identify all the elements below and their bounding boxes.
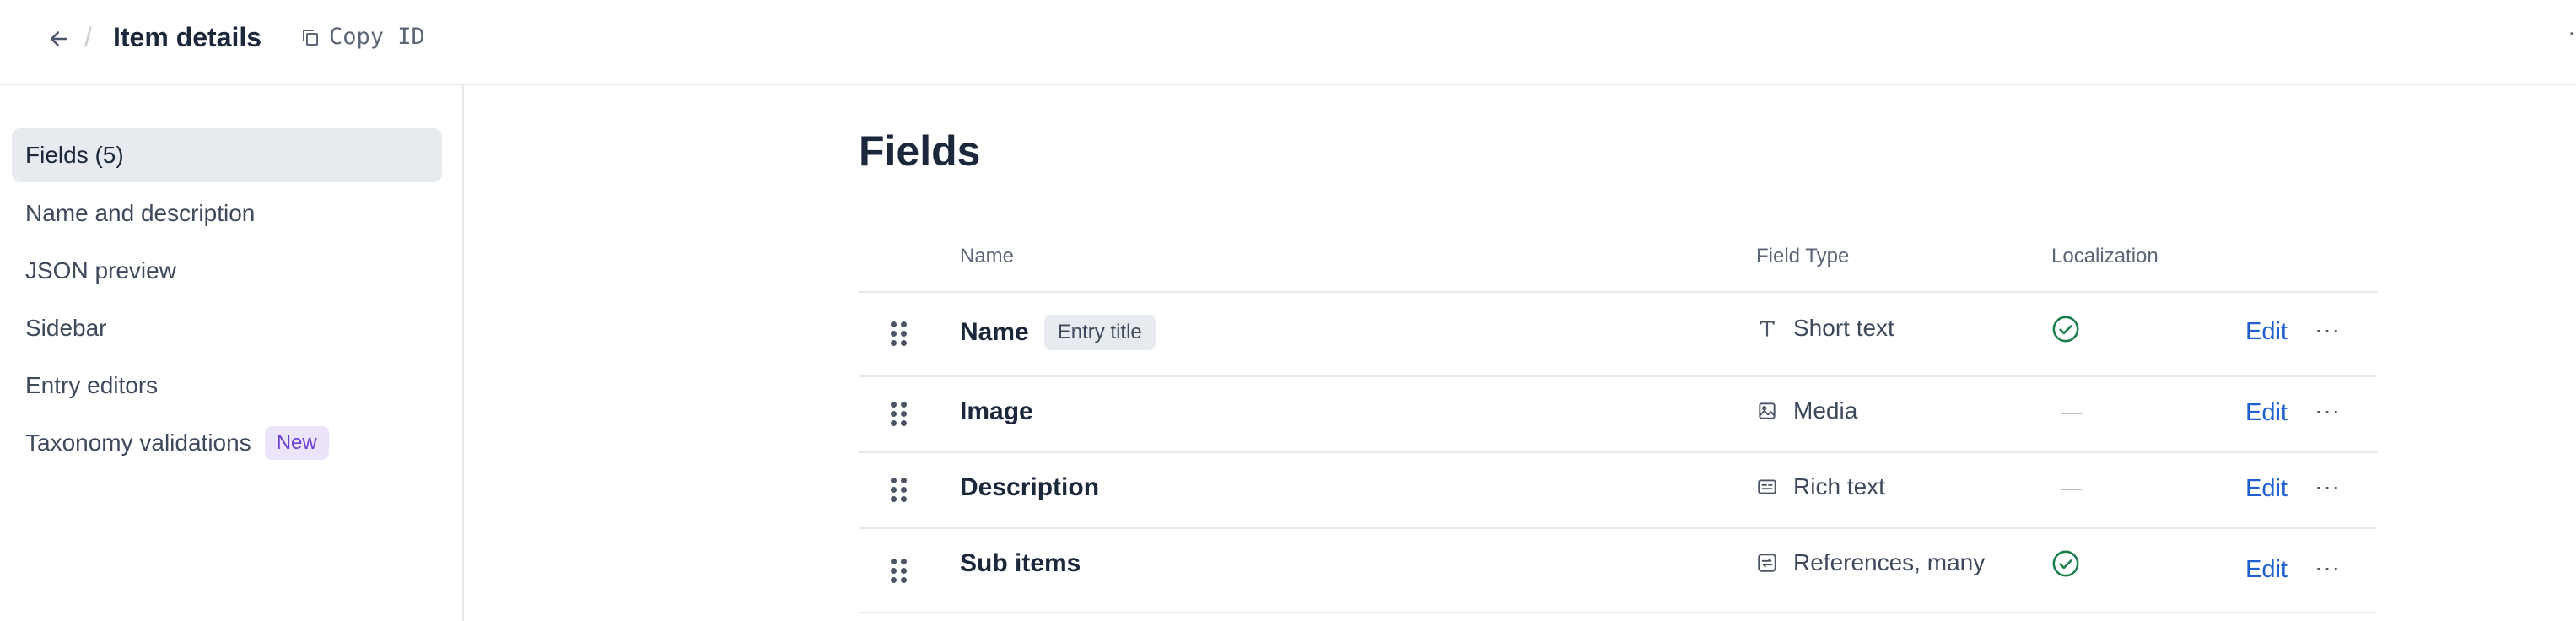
sidebar-item-label: Fields (5) xyxy=(25,142,124,168)
drag-handle-icon[interactable] xyxy=(891,402,908,426)
arrow-left-icon xyxy=(51,31,67,46)
page-title: Item details xyxy=(113,22,262,52)
drag-handle-icon[interactable] xyxy=(891,559,908,583)
sidebar-item-json-preview[interactable]: JSON preview xyxy=(12,244,442,298)
sidebar-item-label: Sidebar xyxy=(25,315,107,341)
sidebar-item-entry-editors[interactable]: Entry editors xyxy=(12,359,442,413)
copy-id-button[interactable]: Copy ID xyxy=(300,24,425,50)
top-overflow-menu[interactable]: · xyxy=(2568,19,2576,47)
table-row: Sub items References, many Edit ··· xyxy=(859,527,2377,613)
check-circle-icon xyxy=(2052,316,2079,343)
localization-cell xyxy=(2051,549,2080,578)
edit-button[interactable]: Edit xyxy=(2245,475,2288,503)
field-name-cell: Image xyxy=(960,397,1033,426)
column-header-name: Name xyxy=(960,245,1015,267)
table-row: Description Rich text Edit ··· xyxy=(859,451,2377,529)
field-type-label: Short text xyxy=(1793,315,1894,341)
not-localized-dash xyxy=(2061,489,2082,490)
back-button[interactable] xyxy=(40,20,78,57)
field-name-cell: Name Entry title xyxy=(960,315,1156,350)
localization-cell xyxy=(2051,315,2080,343)
copy-icon xyxy=(303,29,318,46)
edit-button[interactable]: Edit xyxy=(2245,556,2288,584)
field-name-cell: Description xyxy=(960,473,1099,502)
column-header-localization: Localization xyxy=(2051,245,2158,267)
sidebar-item-sidebar[interactable]: Sidebar xyxy=(12,301,442,355)
sidebar-item-label: Name and description xyxy=(25,200,256,226)
field-type-cell: Rich text xyxy=(1756,473,1885,500)
field-name-cell: Sub items xyxy=(960,549,1081,578)
column-header-field-type: Field Type xyxy=(1756,245,1850,267)
edit-button[interactable]: Edit xyxy=(2245,318,2288,346)
more-options-button[interactable]: ··· xyxy=(2315,473,2341,500)
breadcrumb-separator: / xyxy=(84,22,92,52)
new-badge: New xyxy=(264,426,329,460)
more-options-button[interactable]: ··· xyxy=(2315,397,2341,424)
localization-cell xyxy=(2051,413,2082,414)
field-type-cell: Short text xyxy=(1756,315,1894,342)
field-type-label: Rich text xyxy=(1793,473,1885,500)
more-options-button[interactable]: ··· xyxy=(2315,554,2341,581)
sidebar-item-fields[interactable]: Fields (5) xyxy=(12,128,442,182)
field-name: Image xyxy=(960,397,1033,425)
media-icon xyxy=(1759,402,1776,419)
fields-heading: Fields xyxy=(859,127,981,175)
field-type-cell: Media xyxy=(1756,397,1857,424)
sidebar-item-label: JSON preview xyxy=(25,257,176,284)
localization-cell xyxy=(2051,489,2082,490)
sidebar: Fields (5) Name and description JSON pre… xyxy=(0,85,464,621)
field-name: Name xyxy=(960,318,1029,346)
check-circle-icon xyxy=(2052,550,2079,577)
top-bar: / Item details Copy ID · xyxy=(0,0,2576,85)
table-row: Name Entry title Short text Edit ··· xyxy=(859,291,2377,377)
sidebar-item-label: Taxonomy validations xyxy=(25,429,251,456)
copy-id-label: Copy ID xyxy=(329,24,425,50)
more-options-button[interactable]: ··· xyxy=(2315,316,2341,343)
references-icon xyxy=(1758,554,1776,572)
drag-handle-icon[interactable] xyxy=(891,321,908,346)
entry-title-chip: Entry title xyxy=(1043,315,1156,350)
field-type-label: References, many xyxy=(1793,549,1986,575)
table-header: Name Field Type Localization xyxy=(859,236,2377,293)
field-type-label: Media xyxy=(1793,397,1858,424)
rich-text-icon xyxy=(1758,479,1776,494)
sidebar-item-taxonomy-validations[interactable]: Taxonomy validations New xyxy=(12,416,442,470)
table-row: Image Media Edit ··· xyxy=(859,375,2377,453)
sidebar-item-label: Entry editors xyxy=(25,372,159,398)
field-name: Sub items xyxy=(960,549,1081,577)
drag-handle-icon[interactable] xyxy=(891,478,908,502)
field-type-cell: References, many xyxy=(1756,549,1985,576)
not-localized-dash xyxy=(2061,413,2082,414)
edit-button[interactable]: Edit xyxy=(2245,399,2288,427)
text-icon xyxy=(1760,321,1775,337)
field-name: Description xyxy=(960,473,1100,501)
sidebar-item-name-and-description[interactable]: Name and description xyxy=(12,186,442,240)
